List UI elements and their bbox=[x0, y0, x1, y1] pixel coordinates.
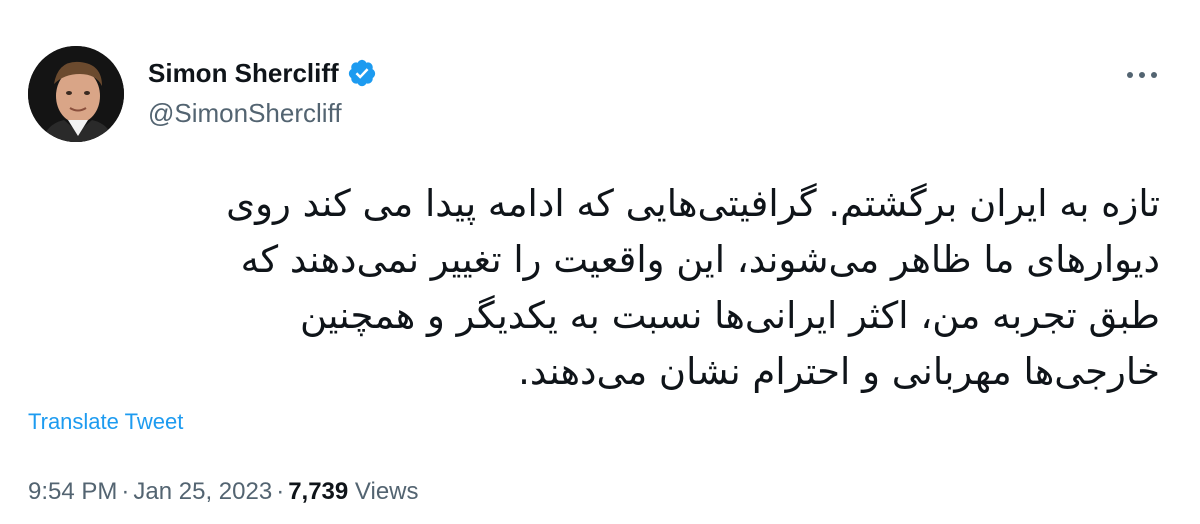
author-handle[interactable]: @SimonShercliff bbox=[148, 98, 377, 129]
views-label: Views bbox=[354, 478, 419, 505]
tweet-text-line: خارجی‌ها مهربانی و احترام نشان می‌دهند. bbox=[518, 350, 1160, 393]
author-display-name[interactable]: Simon Shercliff bbox=[148, 58, 339, 89]
name-row: Simon Shercliff bbox=[148, 56, 377, 90]
more-horizontal-icon bbox=[1127, 72, 1157, 78]
avatar[interactable] bbox=[28, 46, 124, 142]
author-info: Simon Shercliff @SimonShercliff bbox=[148, 56, 377, 129]
tweet-meta: 9:54 PM · Jan 25, 2023 · 7,739 Views bbox=[28, 478, 419, 506]
tweet-text-line: طبق تجربه من، اکثر ایرانی‌ها نسبت به یکد… bbox=[299, 294, 1160, 337]
meta-separator: · bbox=[276, 478, 285, 505]
verified-badge-icon bbox=[347, 58, 377, 88]
tweet-text: تازه به ایران برگشتم. گرافیتی‌هایی که اد… bbox=[40, 176, 1160, 400]
views-count: 7,739 bbox=[288, 478, 349, 505]
tweet-card: Simon Shercliff @SimonShercliff تازه به … bbox=[0, 0, 1200, 524]
more-options-button[interactable] bbox=[1122, 58, 1162, 92]
tweet-text-line: دیوارهای ما ظاهر می‌شوند، این واقعیت را … bbox=[240, 238, 1160, 281]
avatar-image bbox=[28, 46, 124, 142]
meta-separator: · bbox=[121, 478, 130, 505]
translate-tweet-link[interactable]: Translate Tweet bbox=[28, 409, 183, 435]
tweet-time[interactable]: 9:54 PM bbox=[28, 478, 117, 505]
tweet-date[interactable]: Jan 25, 2023 bbox=[133, 478, 272, 505]
tweet-text-line: تازه به ایران برگشتم. گرافیتی‌هایی که اد… bbox=[226, 182, 1160, 225]
